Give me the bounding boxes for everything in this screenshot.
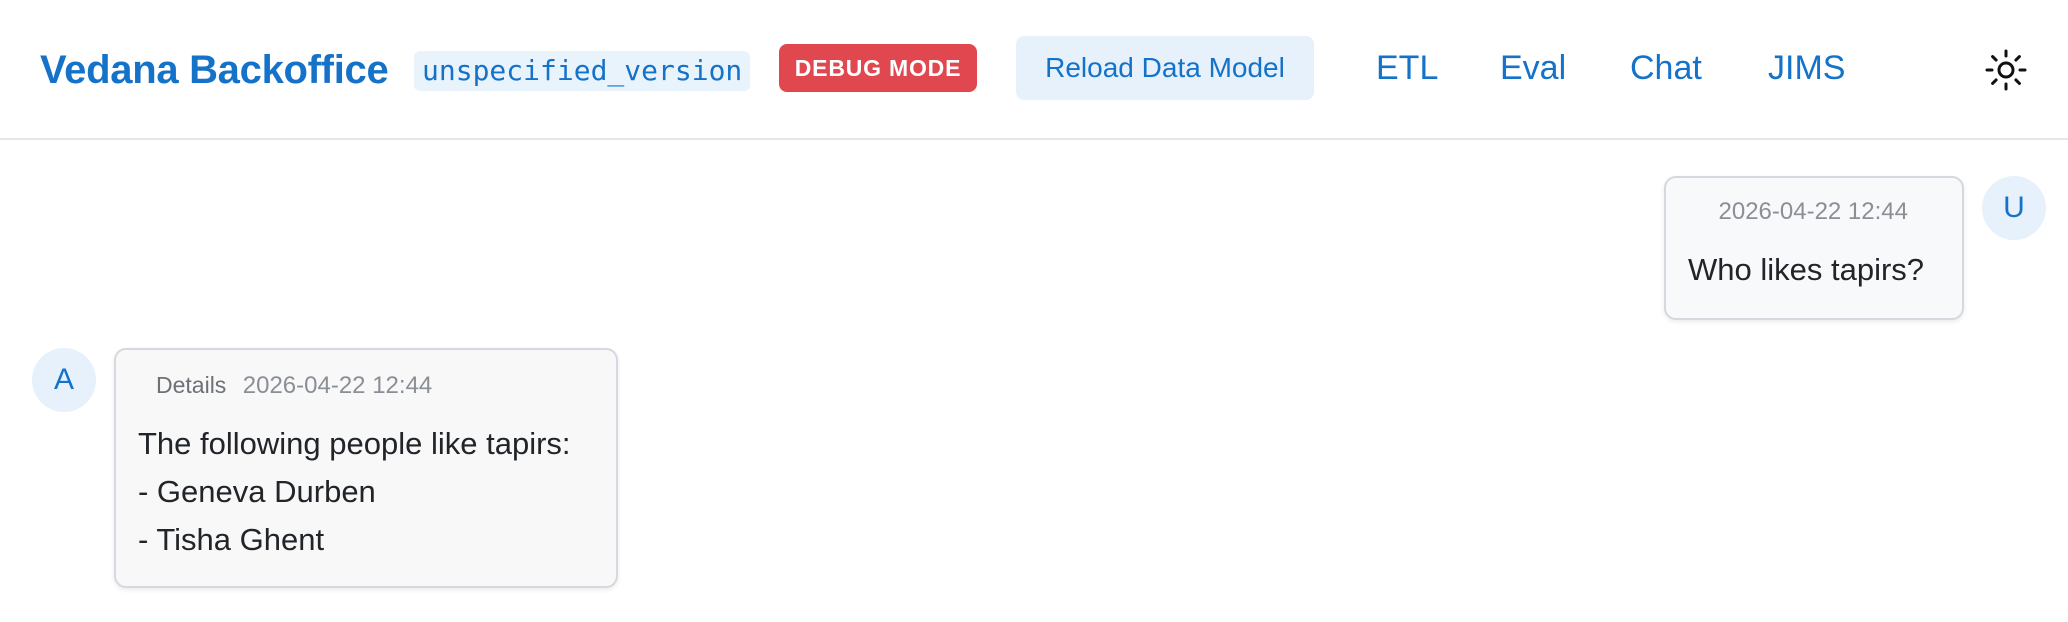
theme-toggle-button[interactable] xyxy=(1984,48,2028,92)
nav-link-etl[interactable]: ETL xyxy=(1376,40,1438,96)
message-timestamp: 2026-04-22 12:44 xyxy=(242,372,433,399)
version-badge: unspecified_version xyxy=(414,51,751,91)
reload-data-model-button[interactable]: Reload Data Model xyxy=(1016,36,1314,100)
message-text-line: - Geneva Durben xyxy=(138,474,376,509)
assistant-avatar: A xyxy=(32,348,96,412)
sun-icon xyxy=(1985,49,2027,91)
nav-link-chat[interactable]: Chat xyxy=(1630,40,1702,96)
message-text-line: - Tisha Ghent xyxy=(138,522,325,557)
nav-link-eval[interactable]: Eval xyxy=(1500,40,1566,96)
user-avatar: U xyxy=(1982,176,2046,240)
message-timestamp: 2026-04-22 12:44 xyxy=(1718,198,1909,225)
message-meta: Details 2026-04-22 12:44 xyxy=(156,372,432,400)
app-title[interactable]: Vedana Backoffice xyxy=(40,40,389,100)
top-navbar: Vedana Backoffice unspecified_version DE… xyxy=(0,0,2068,140)
user-message-bubble: 2026-04-22 12:44 Who likes tapirs? xyxy=(1664,176,1964,320)
message-text-line: The following people like tapirs: xyxy=(138,426,571,461)
debug-mode-badge: DEBUG MODE xyxy=(779,44,977,92)
assistant-message-bubble: Details 2026-04-22 12:44 The following p… xyxy=(114,348,618,588)
details-toggle[interactable]: Details xyxy=(156,372,226,398)
nav-link-jims[interactable]: JIMS xyxy=(1768,40,1845,96)
chat-message-list: 2026-04-22 12:44 Who likes tapirs? U A D… xyxy=(0,140,2068,622)
message-text: Who likes tapirs? xyxy=(1688,252,1925,287)
